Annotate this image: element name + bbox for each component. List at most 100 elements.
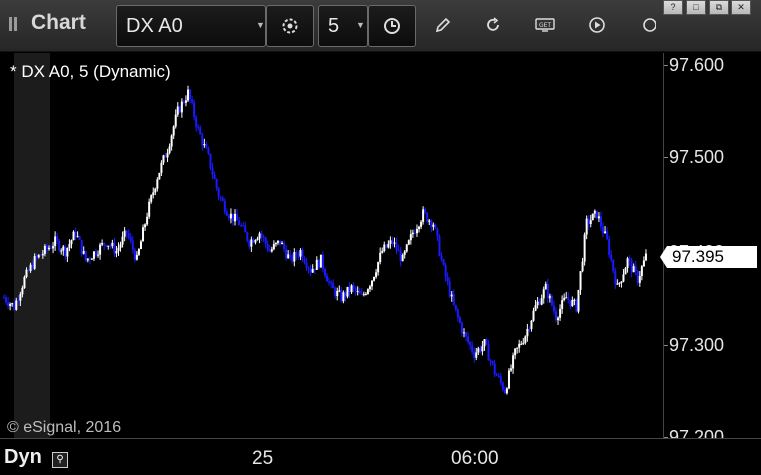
lock-icon[interactable]: ⚲ [52, 452, 68, 468]
price-bar [456, 307, 459, 322]
price-bar [540, 294, 543, 306]
symbol-input[interactable]: DX A0 ▼ [116, 5, 266, 47]
price-bar [272, 240, 275, 251]
chart-plot-area[interactable]: * DX A0, 5 (Dynamic) © eSignal, 2016 [0, 53, 663, 438]
price-chart [3, 85, 647, 395]
price-bar [99, 242, 102, 260]
price-bar [542, 286, 545, 304]
y-tick-mark [664, 65, 668, 66]
price-bar [393, 237, 396, 248]
interval-input[interactable]: 5 ▼ [318, 5, 368, 47]
price-bar [454, 304, 457, 312]
price-bar [593, 209, 596, 218]
y-tick-mark [664, 157, 668, 158]
price-bar [291, 253, 294, 264]
price-bar [223, 198, 226, 215]
price-bar [45, 243, 48, 254]
price-bar [105, 244, 108, 248]
price-bar [246, 231, 249, 243]
price-bar [133, 247, 136, 263]
price-bar [135, 251, 138, 261]
time-axis[interactable]: Dyn ⚲ 25 06:00 [0, 438, 761, 475]
price-bar [530, 319, 533, 332]
draw-tool-button[interactable] [426, 8, 460, 42]
price-bar [395, 237, 398, 255]
price-bar [309, 264, 312, 277]
refresh-button[interactable] [476, 8, 510, 42]
price-bar [187, 85, 189, 102]
price-bar [240, 223, 243, 228]
price-bar [121, 231, 124, 248]
price-bar [344, 290, 347, 302]
get-button[interactable]: GET [528, 8, 562, 42]
price-bar [579, 271, 582, 295]
chevron-down-icon[interactable]: ▼ [356, 20, 365, 30]
restore-button[interactable]: ⧉ [709, 0, 729, 15]
drag-handle-icon[interactable] [9, 17, 18, 31]
last-price-tag: 97.395 [660, 246, 757, 268]
price-bar [215, 178, 218, 191]
price-bar [420, 220, 423, 230]
price-bar [88, 256, 91, 265]
price-bar [573, 298, 576, 306]
price-bar [501, 381, 504, 392]
price-bar [43, 244, 46, 257]
price-bar [634, 261, 637, 276]
play-button[interactable] [580, 8, 614, 42]
more-button[interactable] [630, 8, 664, 42]
price-bar [495, 372, 498, 377]
price-bar [78, 235, 81, 241]
price-bar [364, 291, 367, 296]
price-bar [283, 240, 286, 253]
price-bar [481, 340, 484, 356]
price-bar [242, 222, 245, 227]
price-bar [160, 160, 163, 176]
price-bar [524, 335, 527, 345]
price-bar [274, 242, 277, 247]
price-bar [379, 247, 382, 265]
symbol-settings-button[interactable] [266, 5, 314, 47]
price-bar [129, 233, 132, 244]
price-bar [534, 299, 537, 312]
minimize-button[interactable]: □ [686, 0, 706, 15]
close-button[interactable]: ✕ [731, 0, 751, 15]
price-bar [418, 225, 421, 233]
price-bar [422, 206, 425, 225]
price-bar [166, 148, 169, 163]
price-bar [76, 231, 79, 238]
x-tick-label: 25 [252, 448, 274, 469]
help-button[interactable]: ? [663, 0, 683, 15]
price-bar [234, 209, 237, 226]
price-bar [407, 239, 410, 246]
chevron-down-icon[interactable]: ▼ [256, 20, 265, 30]
price-bar [375, 268, 378, 279]
price-bar [368, 284, 371, 292]
price-bar [119, 241, 122, 252]
price-bar [321, 251, 324, 273]
price-bar [127, 229, 130, 240]
price-bar [409, 229, 412, 245]
price-bar [231, 213, 234, 226]
price-bar [381, 247, 384, 254]
price-bar [616, 279, 619, 285]
interval-settings-button[interactable] [368, 5, 416, 47]
price-bar [117, 242, 120, 256]
price-bar [154, 187, 157, 196]
price-bar [101, 239, 104, 247]
price-bar [559, 304, 562, 321]
price-bar [585, 215, 588, 240]
price-bar [72, 230, 75, 241]
price-bar [614, 267, 617, 289]
price-bar [295, 249, 298, 261]
price-bar [50, 243, 53, 250]
price-bar [289, 249, 292, 261]
series-label: * DX A0, 5 (Dynamic) [10, 62, 171, 81]
price-bar [197, 123, 200, 131]
price-bar [17, 295, 20, 307]
price-bar [487, 339, 490, 361]
price-bar [193, 99, 196, 121]
price-bar [548, 293, 551, 303]
price-bar [68, 239, 71, 252]
y-tick-label: 97.600 [669, 55, 725, 75]
price-bar [565, 291, 568, 299]
